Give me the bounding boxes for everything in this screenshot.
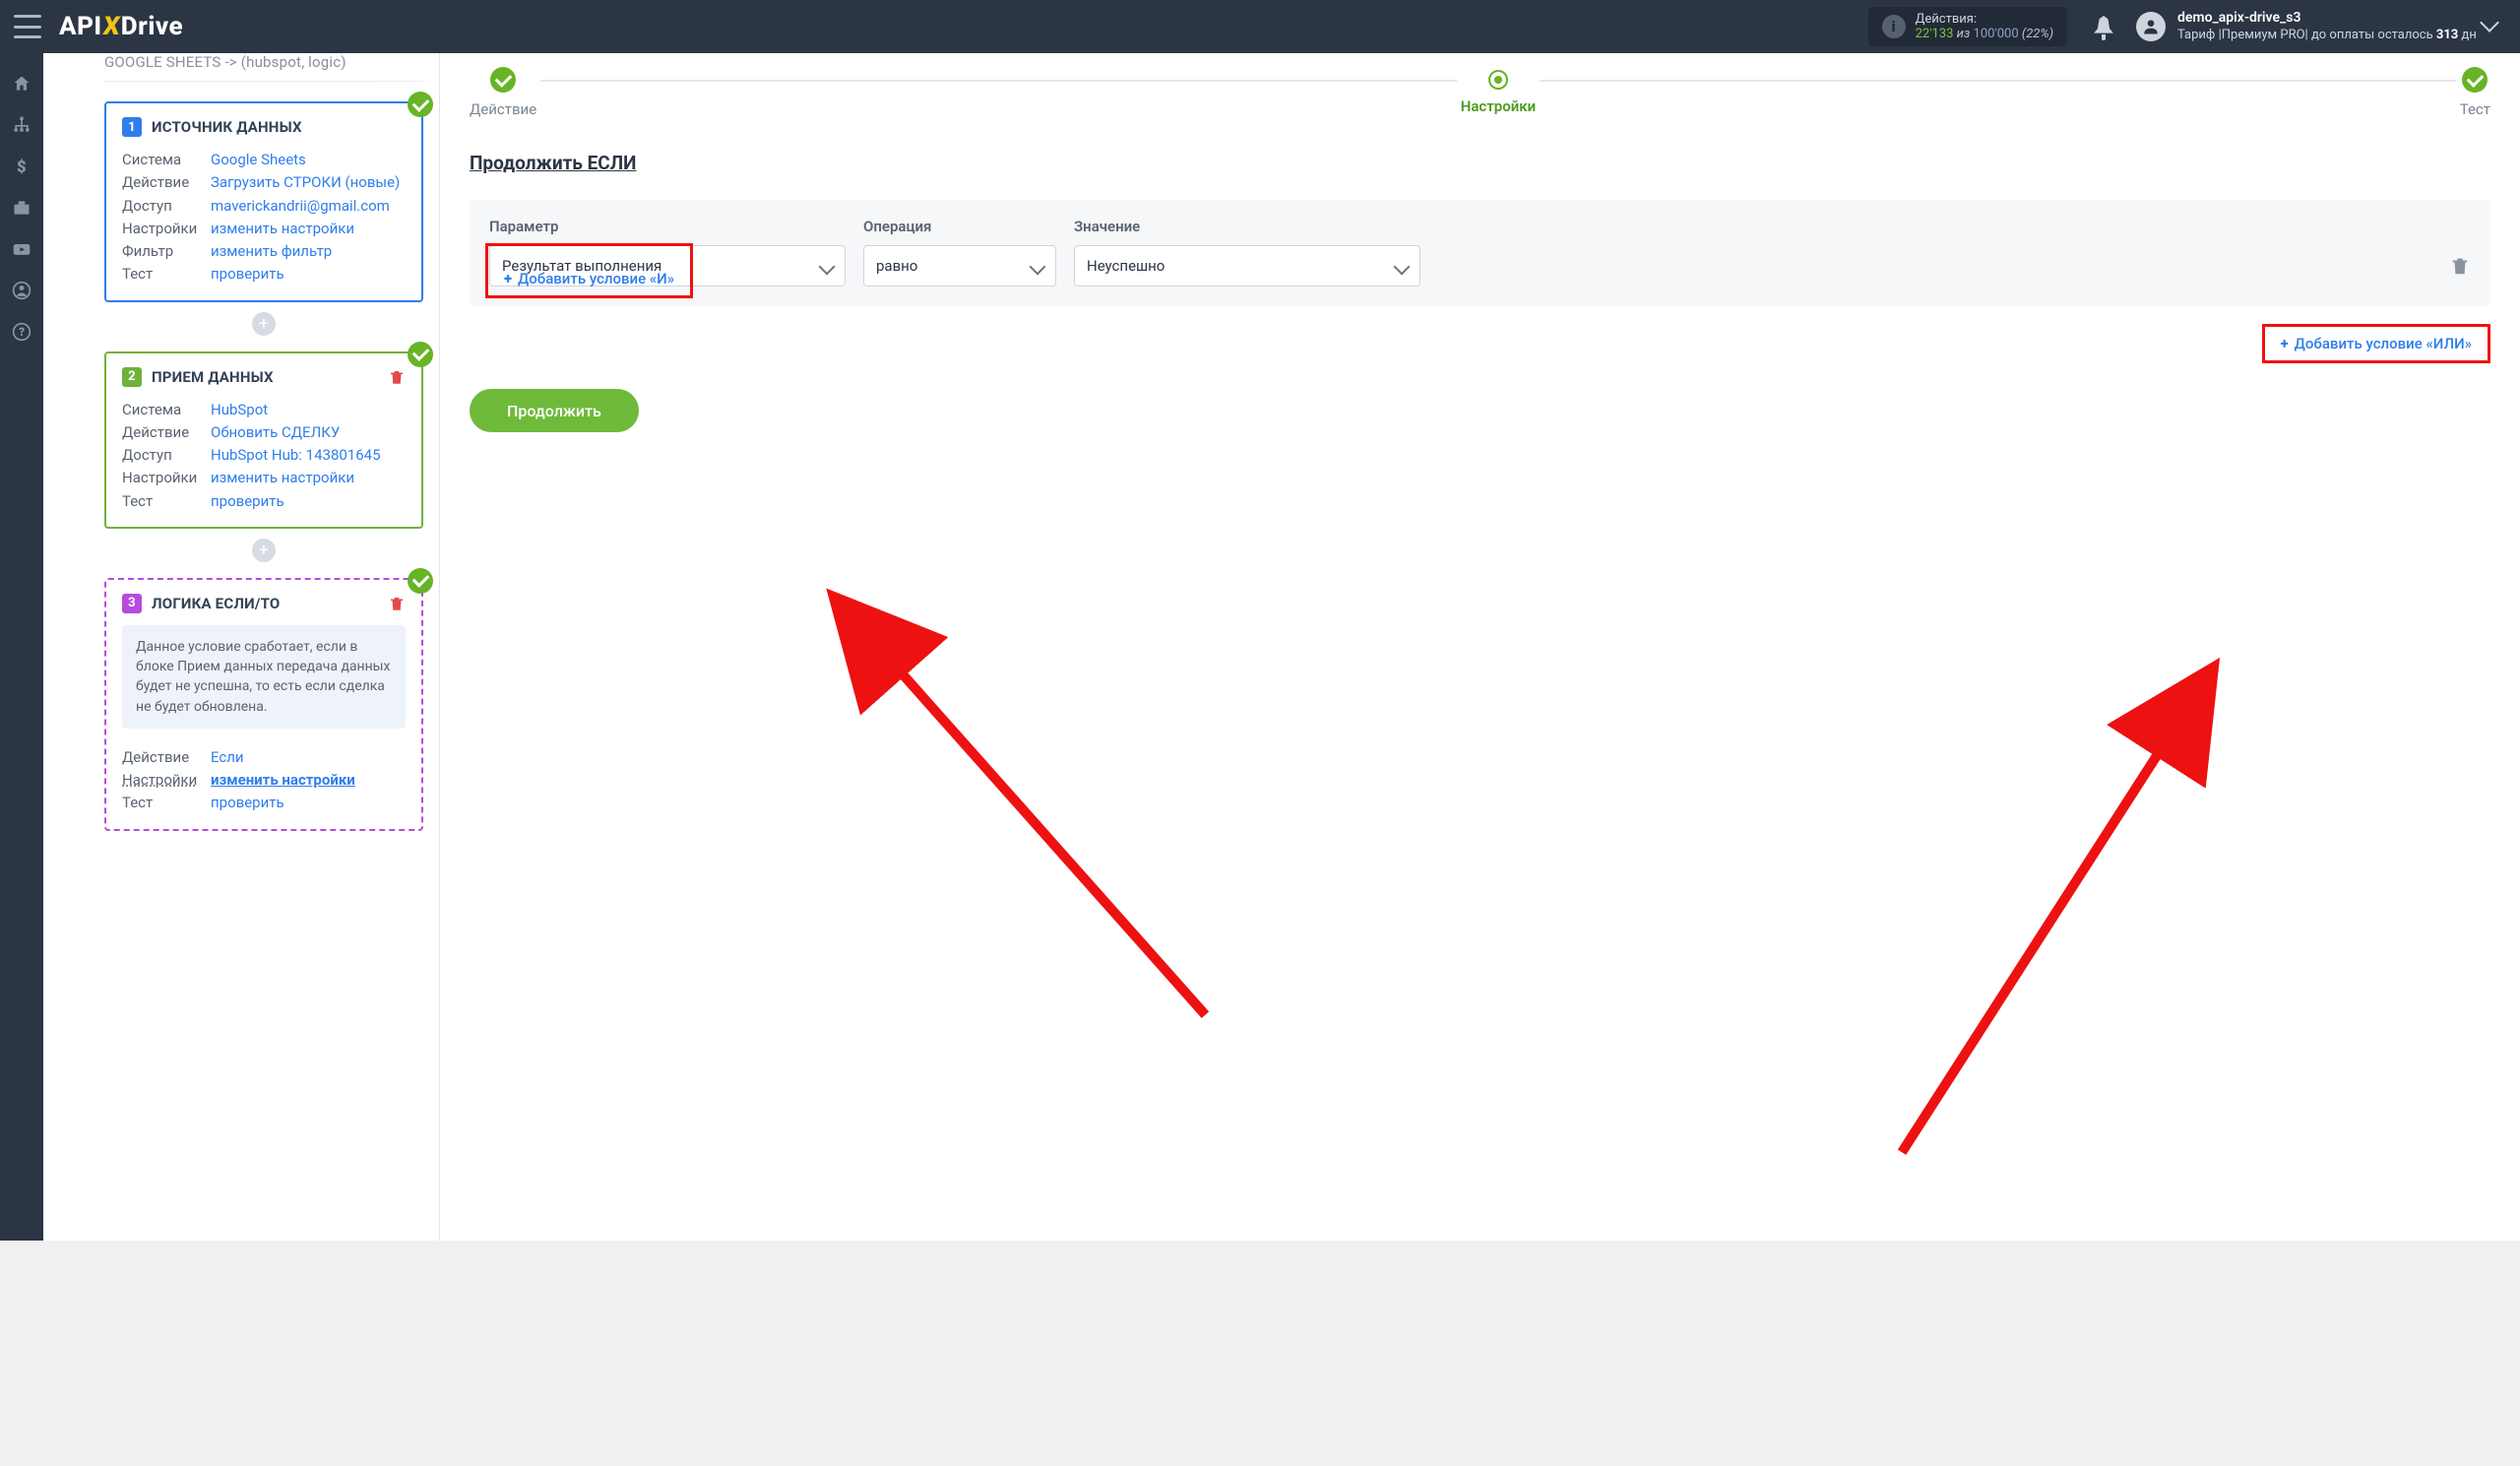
source-access[interactable]: maverickandrii@gmail.com	[211, 195, 390, 218]
rail-billing[interactable]: $	[0, 146, 43, 187]
actions-label: Действия:	[1916, 12, 2053, 28]
oper-label: Операция	[863, 218, 1056, 235]
card-logic: 3 ЛОГИКА ЕСЛИ/ТО Данное условие сработае…	[104, 578, 423, 831]
step-action[interactable]: Действие	[470, 67, 536, 118]
actions-pct: (22%)	[2022, 27, 2053, 41]
rail-home[interactable]	[0, 63, 43, 104]
trash-icon[interactable]	[388, 595, 406, 612]
value-select[interactable]: Неуспешно	[1074, 245, 1420, 287]
step-test[interactable]: Тест	[2460, 67, 2490, 118]
add-node-1[interactable]: +	[252, 312, 276, 336]
source-filter-link[interactable]: изменить фильтр	[211, 240, 332, 263]
actions-total: 100'000	[1974, 27, 2019, 41]
trash-icon[interactable]	[388, 368, 406, 386]
card-title: ЛОГИКА ЕСЛИ/ТО	[152, 595, 280, 612]
bell-icon[interactable]	[2093, 16, 2114, 37]
user-block[interactable]: demo_apix-drive_s3 Тариф |Премиум PRO| д…	[2177, 10, 2483, 43]
dest-action[interactable]: Обновить СДЕЛКУ	[211, 421, 340, 444]
add-and-button[interactable]: +Добавить условие «И»	[494, 264, 684, 293]
card-title: ИСТОЧНИК ДАННЫХ	[152, 118, 302, 136]
source-settings-link[interactable]: изменить настройки	[211, 218, 354, 240]
continue-button[interactable]: Продолжить	[470, 389, 639, 432]
highlight-add-and: +Добавить условие «И»	[485, 243, 693, 298]
logic-action[interactable]: Если	[211, 746, 244, 769]
logo[interactable]: APIXDrive	[59, 12, 183, 41]
oper-select[interactable]: равно	[863, 245, 1056, 287]
actions-quota[interactable]: i Действия: 22'133 из 100'000 (22%)	[1868, 7, 2067, 46]
add-node-2[interactable]: +	[252, 539, 276, 562]
dest-system[interactable]: HubSpot	[211, 399, 268, 421]
breadcrumb: GOOGLE SHEETS -> (hubspot, logic)	[104, 53, 423, 82]
card-destination: 2 ПРИЕМ ДАННЫХ СистемаHubSpot ДействиеОб…	[104, 351, 423, 529]
check-icon	[408, 342, 433, 367]
source-action[interactable]: Загрузить СТРОКИ (новые)	[211, 171, 400, 194]
svg-text:?: ?	[19, 325, 25, 339]
section-heading: Продолжить ЕСЛИ	[470, 152, 2490, 174]
dest-test-link[interactable]: проверить	[211, 490, 284, 513]
value-label: Значение	[1074, 218, 1420, 235]
info-icon: i	[1882, 15, 1906, 38]
menu-toggle[interactable]	[14, 15, 41, 38]
source-test-link[interactable]: проверить	[211, 263, 284, 286]
rail-account[interactable]	[0, 270, 43, 311]
badge-3: 3	[122, 594, 142, 613]
svg-text:$: $	[17, 159, 27, 176]
stepper: Действие Настройки Тест	[470, 67, 2490, 118]
card-source: 1 ИСТОЧНИК ДАННЫХ СистемаGoogle Sheets Д…	[104, 101, 423, 302]
badge-2: 2	[122, 367, 142, 387]
badge-1: 1	[122, 117, 142, 137]
logic-settings-link[interactable]: изменить настройки	[211, 769, 355, 792]
rail-connections[interactable]	[0, 104, 43, 146]
logic-test-link[interactable]: проверить	[211, 792, 284, 814]
logic-description: Данное условие сработает, если в блоке П…	[122, 625, 406, 729]
rail-video[interactable]	[0, 228, 43, 270]
tariff-line: Тариф |Премиум PRO| до оплаты осталось 3…	[2177, 28, 2483, 43]
step-settings[interactable]: Настройки	[1461, 70, 1536, 115]
dest-settings-link[interactable]: изменить настройки	[211, 467, 354, 489]
add-or-button[interactable]: +Добавить условие «ИЛИ»	[2271, 329, 2482, 358]
source-system[interactable]: Google Sheets	[211, 149, 306, 171]
chevron-down-icon[interactable]	[2483, 18, 2500, 35]
delete-condition-icon[interactable]	[2449, 255, 2471, 277]
check-icon	[408, 92, 433, 117]
param-label: Параметр	[489, 218, 846, 235]
dest-access[interactable]: HubSpot Hub: 143801645	[211, 444, 381, 467]
actions-used: 22'133	[1916, 27, 1954, 41]
check-icon	[408, 568, 433, 594]
rail-help[interactable]: ?	[0, 311, 43, 352]
card-title: ПРИЕМ ДАННЫХ	[152, 368, 274, 386]
condition-block: Параметр Результат выполнения Операция р…	[470, 200, 2490, 306]
rail-briefcase[interactable]	[0, 187, 43, 228]
username: demo_apix-drive_s3	[2177, 10, 2483, 28]
avatar[interactable]	[2136, 12, 2166, 41]
highlight-add-or: +Добавить условие «ИЛИ»	[2262, 324, 2490, 363]
